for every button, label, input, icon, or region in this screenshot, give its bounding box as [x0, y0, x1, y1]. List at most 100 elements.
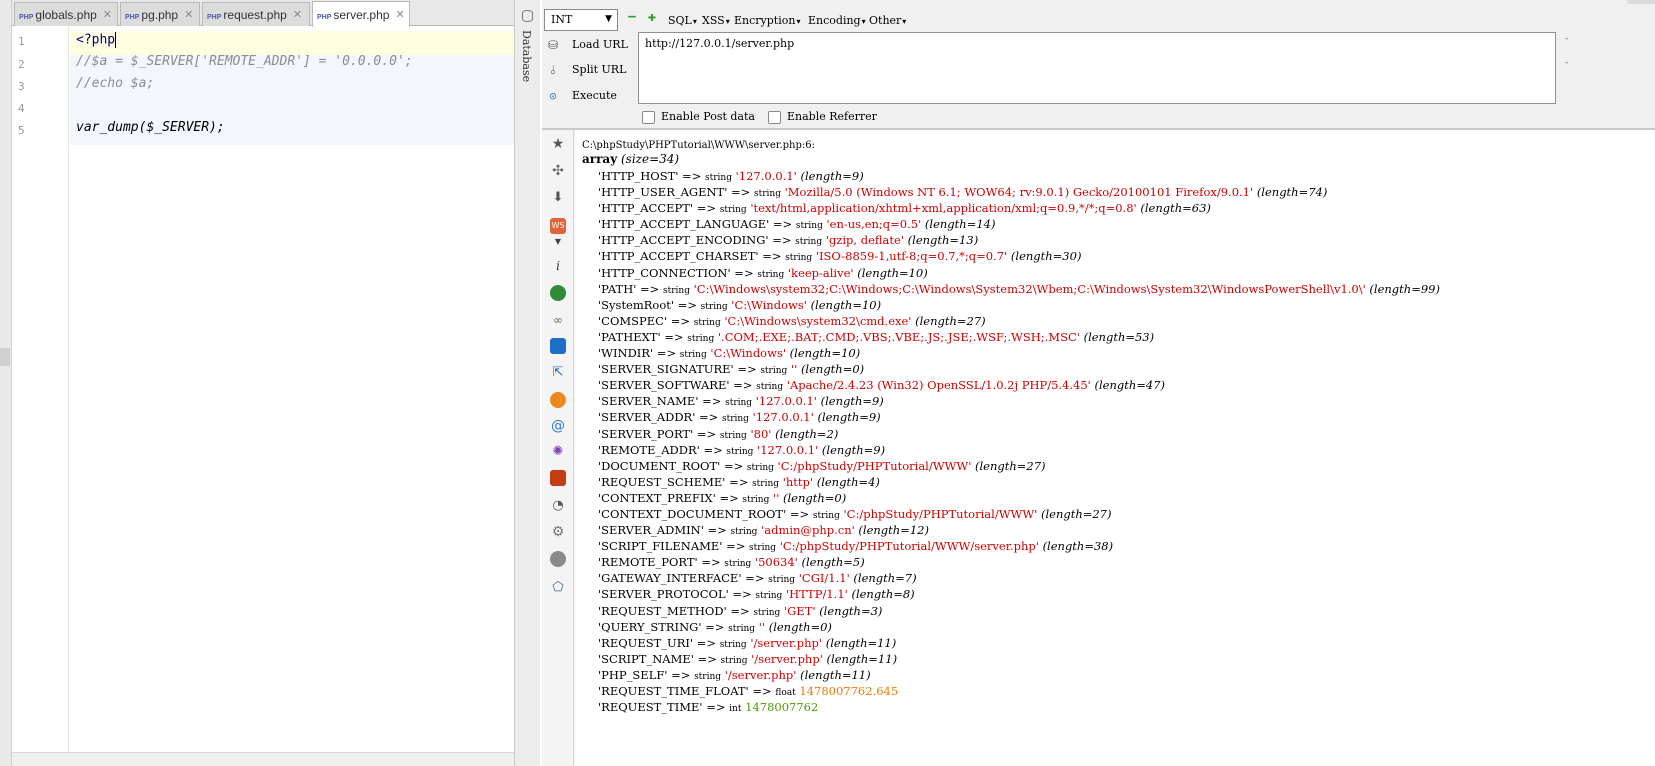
enable-referrer-checkbox[interactable]: Enable Referrer — [768, 110, 877, 126]
swirl-icon[interactable]: @ — [550, 418, 566, 434]
tab-globals-php[interactable]: PHP globals.php ✕ — [14, 2, 118, 26]
gear-icon[interactable]: ⚙ — [550, 524, 566, 540]
value-type: string — [742, 494, 770, 505]
php-file-icon: PHP — [207, 14, 222, 21]
chevron-down-icon: ▼ — [605, 14, 612, 24]
download-icon[interactable]: ⬇ — [550, 190, 566, 206]
array-key: 'REQUEST_TIME' — [598, 700, 703, 715]
eraser-icon[interactable]: ⬠ — [550, 580, 566, 596]
value-length: (length=10) — [810, 297, 882, 312]
type-select[interactable]: INT ▼ — [544, 9, 618, 31]
left-strip-marker[interactable] — [0, 348, 10, 366]
arrow-operator: => — [728, 587, 756, 602]
value-type: string — [756, 382, 784, 393]
array-key: 'SCRIPT_FILENAME' — [598, 539, 723, 554]
split-icon: ⫰ — [550, 63, 556, 77]
value-type: string — [687, 333, 715, 344]
chevron-down-icon[interactable]: ▼ — [550, 234, 566, 250]
menu-other[interactable]: Other▾ — [869, 14, 906, 27]
array-value: 'Apache/2.4.23 (Win32) OpenSSL/1.0.2j PH… — [786, 378, 1091, 393]
arrow-operator: => — [697, 555, 725, 570]
execute-button[interactable]: ⊙ Execute — [542, 85, 632, 109]
close-icon[interactable]: ✕ — [395, 8, 404, 21]
puzzle-icon[interactable]: ✣ — [550, 163, 566, 179]
value-type: string — [679, 350, 707, 361]
value-type: string — [757, 269, 785, 280]
database-icon[interactable] — [550, 338, 566, 354]
plus-icon[interactable]: ✚ — [646, 10, 658, 24]
code-editor[interactable]: <?php //$a = $_SERVER['REMOTE_ADDR'] = '… — [70, 27, 540, 755]
arrow-operator: => — [722, 539, 750, 554]
array-value: 1478007762.645 — [799, 684, 899, 698]
line-number: 3 — [18, 80, 25, 93]
value-length: (length=12) — [858, 523, 929, 538]
array-key: 'REMOTE_ADDR' — [598, 442, 700, 457]
database-label[interactable]: Database — [520, 30, 533, 82]
array-key: 'SERVER_SOFTWARE' — [598, 378, 730, 393]
dropdown-arrow-icon: ▾ — [725, 17, 730, 26]
array-value: '127.0.0.1' — [757, 442, 819, 457]
cursor-icon[interactable]: ⇱ — [550, 365, 566, 381]
dropdown-arrow-icon: ▾ — [692, 17, 697, 26]
arrow-operator: => — [695, 410, 722, 425]
array-key: 'SERVER_PORT' — [598, 426, 694, 441]
value-length: (length=14) — [924, 217, 996, 232]
info-icon[interactable]: i — [550, 258, 566, 274]
value-type: string — [730, 527, 758, 538]
close-icon[interactable]: ✕ — [103, 8, 112, 21]
menu-sql[interactable]: SQL▾ — [668, 14, 697, 27]
star-icon[interactable]: ★ — [550, 136, 566, 152]
value-length: (length=11) — [800, 667, 871, 682]
code-line: <?php — [76, 32, 117, 48]
array-key: 'HTTP_ACCEPT_CHARSET' — [598, 249, 759, 264]
close-icon[interactable]: ✕ — [184, 8, 193, 21]
split-url-button[interactable]: ⫰ Split URL — [542, 59, 632, 83]
arrow-operator: => — [741, 571, 769, 586]
binoculars-icon[interactable]: ∞ — [550, 312, 566, 328]
value-length: (length=7) — [853, 571, 917, 586]
arrow-operator: => — [693, 635, 720, 650]
tab-label: server.php — [333, 7, 390, 22]
checkbox-label: Enable Referrer — [787, 110, 877, 123]
value-type: string — [719, 639, 747, 650]
arrow-operator: => — [653, 346, 680, 361]
green-ball-icon[interactable] — [550, 285, 566, 301]
value-length: (length=3) — [819, 603, 883, 618]
value-length: (length=11) — [825, 635, 897, 650]
bug-icon[interactable]: ✺ — [550, 444, 566, 460]
menu-encryption[interactable]: Encryption▾ — [734, 14, 800, 27]
array-value: 'C:\Windows\system32;C:\Windows;C:\Windo… — [693, 281, 1366, 296]
globe-icon[interactable] — [550, 551, 566, 567]
array-row: 'PATHEXT' => string '.COM;.EXE;.BAT;.CMD… — [598, 329, 1655, 345]
fox-icon[interactable] — [550, 392, 566, 408]
array-value: 'admin@php.cn' — [761, 523, 855, 538]
value-length: (length=0) — [783, 490, 847, 505]
ws-icon[interactable]: WS — [550, 218, 566, 234]
value-length: (length=11) — [826, 651, 898, 666]
enable-post-data-checkbox[interactable]: Enable Post data — [642, 110, 755, 126]
tab-request-php[interactable]: PHP request.php ✕ — [202, 2, 310, 26]
palette-icon[interactable]: ◔ — [550, 498, 566, 514]
value-type: string — [719, 205, 747, 216]
url-input[interactable]: http://127.0.0.1/server.php — [638, 32, 1556, 104]
dropdown-arrow-icon: ▾ — [861, 17, 866, 26]
menu-xss[interactable]: XSS▾ — [702, 14, 730, 27]
value-length: (length=63) — [1140, 201, 1211, 216]
minus-icon[interactable]: − — [626, 10, 638, 24]
close-icon[interactable]: ✕ — [293, 8, 302, 21]
menu-encoding[interactable]: Encoding▾ — [808, 14, 866, 27]
tab-pg-php[interactable]: PHP pg.php ✕ — [120, 2, 200, 26]
value-length: (length=27) — [975, 458, 1046, 473]
extension-sidebar: ★ ✣ ⬇ WS ▼ i ∞ ⇱ @ ✺ ◔ ⚙ ⬠ — [542, 130, 574, 766]
checkbox-box[interactable] — [642, 110, 655, 124]
load-url-button[interactable]: ⛁ Load URL — [542, 34, 632, 58]
left-tool-strip — [0, 0, 12, 766]
red-box-icon[interactable] — [550, 470, 566, 486]
value-type: string — [795, 237, 823, 248]
tab-server-php[interactable]: PHP server.php ✕ — [312, 1, 410, 27]
array-row: 'SERVER_NAME' => string '127.0.0.1' (len… — [598, 393, 1655, 409]
database-icon[interactable] — [522, 10, 533, 22]
checkbox-box[interactable] — [768, 110, 781, 124]
database-tool-strip[interactable]: Database — [514, 0, 540, 766]
array-row: 'SCRIPT_NAME' => string '/server.php' (l… — [598, 651, 1655, 667]
